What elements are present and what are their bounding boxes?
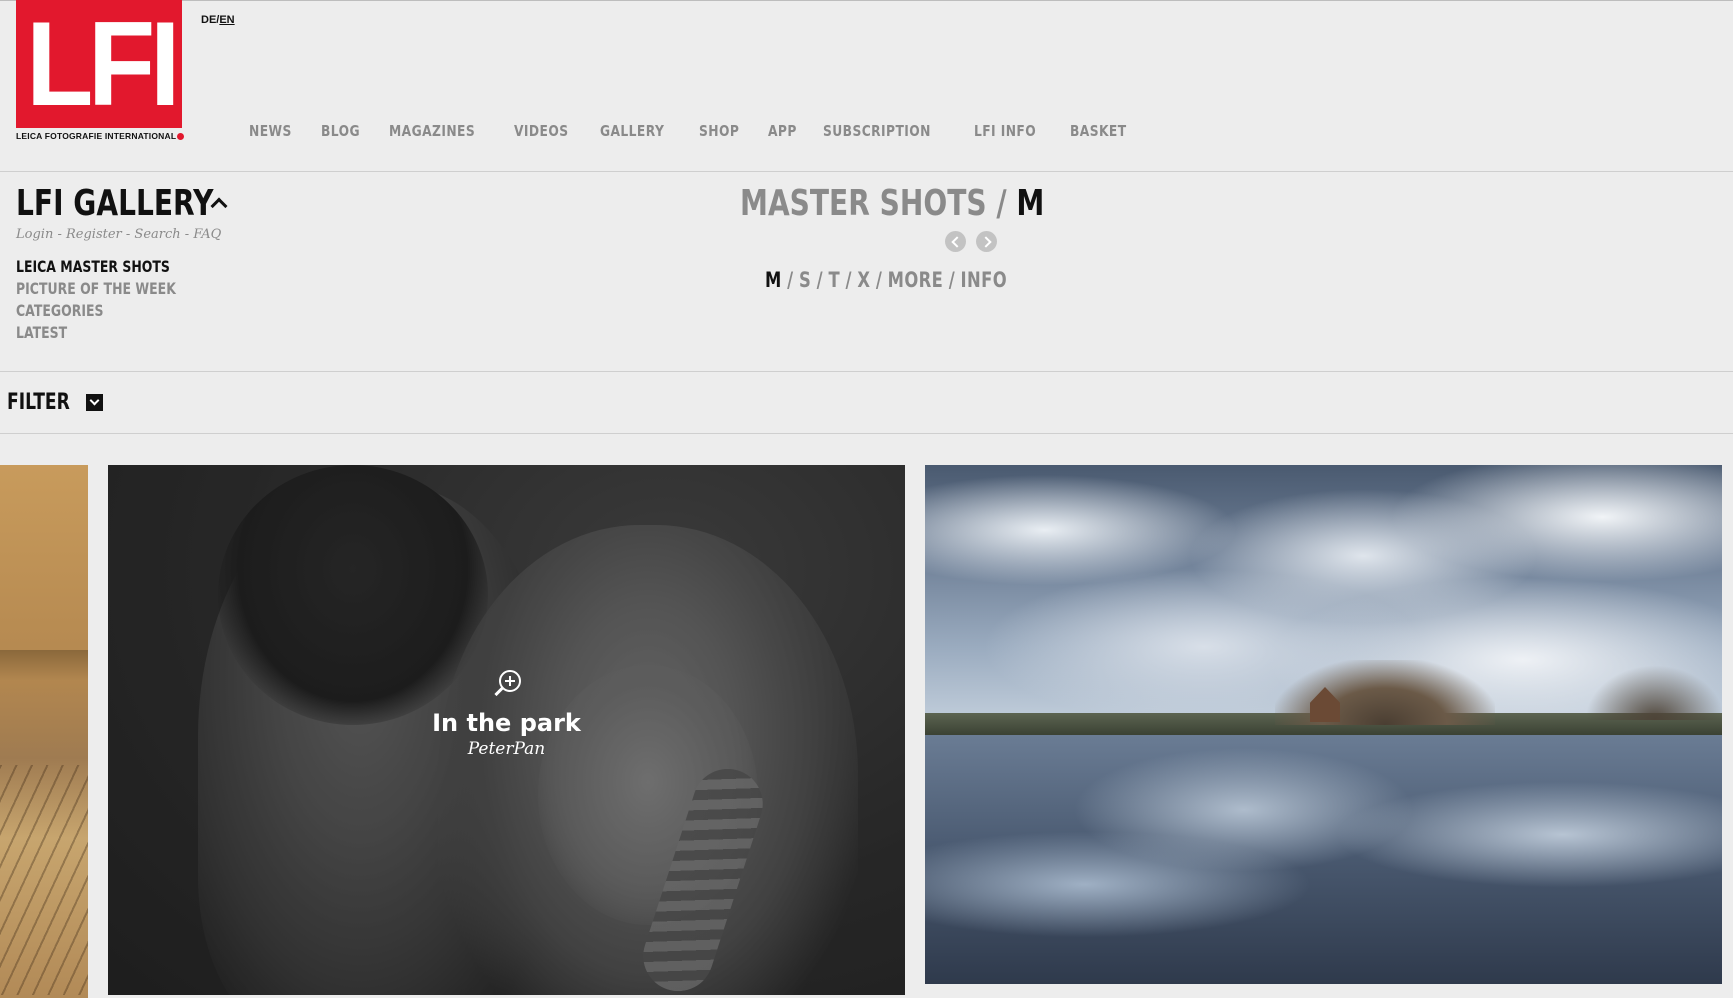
logo-letters: LFI <box>26 0 181 131</box>
nav-basket[interactable]: BASKET <box>1070 122 1127 140</box>
nav-lfi-info[interactable]: LFI INFO <box>974 122 1036 140</box>
photo-caption: In the park PeterPan <box>108 670 905 759</box>
slash: / <box>787 268 794 292</box>
master-shots-pager <box>945 231 997 252</box>
search-link[interactable]: Search <box>134 227 180 242</box>
slash: / <box>875 268 883 292</box>
login-link[interactable]: Login <box>16 227 53 242</box>
main-nav: NEWS BLOG MAGAZINES VIDEOS GALLERY SHOP … <box>249 122 1159 140</box>
filter-divider <box>0 433 1733 434</box>
photo-trees <box>1275 660 1495 725</box>
photo-thumbnail-sepia-landscape[interactable] <box>0 465 88 998</box>
photo-trees-right <box>1585 665 1722 720</box>
photo-water <box>925 735 1722 984</box>
lang-de-link[interactable]: DE <box>201 14 216 26</box>
user-links-sep: - <box>121 227 135 242</box>
chevron-up-icon[interactable] <box>210 196 228 210</box>
model-info[interactable]: INFO <box>961 268 1007 292</box>
nav-videos[interactable]: VIDEOS <box>514 122 568 140</box>
slash: / <box>948 268 956 292</box>
filter-toggle[interactable]: FILTER <box>7 390 103 415</box>
model-x[interactable]: X <box>857 268 870 292</box>
model-more[interactable]: MORE <box>888 268 944 292</box>
gallery-title: LFI GALLERY <box>16 183 214 224</box>
logo-red-box: LFI <box>16 0 182 128</box>
chevron-down-icon <box>85 394 103 411</box>
photo-author[interactable]: PeterPan <box>108 739 905 759</box>
model-t[interactable]: T <box>828 268 840 292</box>
camera-model-nav: M / S / T / X / MORE / INFO <box>765 268 1007 292</box>
photo-title: In the park <box>432 709 581 737</box>
nav-magazines[interactable]: MAGAZINES <box>389 122 475 140</box>
slash: / <box>845 268 852 292</box>
photo-fence <box>0 765 88 995</box>
gallery-divider <box>0 371 1733 372</box>
subnav-leica-master-shots[interactable]: LEICA MASTER SHOTS <box>16 256 176 278</box>
zoom-in-icon[interactable] <box>491 670 523 702</box>
user-links-sep: - <box>180 227 194 242</box>
nav-subscription[interactable]: SUBSCRIPTION <box>823 122 931 140</box>
slash: / <box>816 268 824 292</box>
register-link[interactable]: Register <box>66 227 122 242</box>
subnav-categories[interactable]: CATEGORIES <box>16 300 176 322</box>
photo-thumbnail-in-the-park[interactable]: In the park PeterPan <box>108 465 905 995</box>
arrow-right-icon[interactable] <box>976 231 997 252</box>
nav-gallery[interactable]: GALLERY <box>600 122 664 140</box>
master-shots-title: MASTER SHOTS / M <box>740 184 1044 224</box>
arrow-left-icon[interactable] <box>945 231 966 252</box>
nav-blog[interactable]: BLOG <box>321 122 360 140</box>
photo-thumbnail-lake-island[interactable] <box>925 465 1722 984</box>
subnav-latest[interactable]: LATEST <box>16 322 176 344</box>
filter-label: FILTER <box>7 390 70 415</box>
model-s[interactable]: S <box>799 268 811 292</box>
subnav-picture-of-the-week[interactable]: PICTURE OF THE WEEK <box>16 278 176 300</box>
header-divider <box>0 171 1733 172</box>
nav-shop[interactable]: SHOP <box>699 122 739 140</box>
top-border <box>0 0 1733 1</box>
logo-subtitle: LEICA FOTOGRAFIE INTERNATIONAL <box>16 131 185 141</box>
lfi-logo[interactable]: LFI LEICA FOTOGRAFIE INTERNATIONAL <box>16 0 185 144</box>
master-shots-prefix: MASTER SHOTS / <box>740 183 1017 224</box>
gallery-subnav: LEICA MASTER SHOTS PICTURE OF THE WEEK C… <box>16 256 221 344</box>
red-dot-icon <box>177 133 185 140</box>
user-links-sep: - <box>53 227 66 242</box>
user-links: Login - Register - Search - FAQ <box>16 227 221 242</box>
photo-horizon <box>0 650 88 680</box>
faq-link[interactable]: FAQ <box>193 227 221 242</box>
nav-app[interactable]: APP <box>768 122 797 140</box>
master-shots-current: M <box>1016 183 1045 224</box>
lang-en-link[interactable]: EN <box>219 14 234 26</box>
language-switcher: DE/EN <box>201 14 235 26</box>
model-m[interactable]: M <box>765 268 782 292</box>
logo-subtitle-text: LEICA FOTOGRAFIE INTERNATIONAL <box>16 131 177 141</box>
nav-news[interactable]: NEWS <box>249 122 292 140</box>
